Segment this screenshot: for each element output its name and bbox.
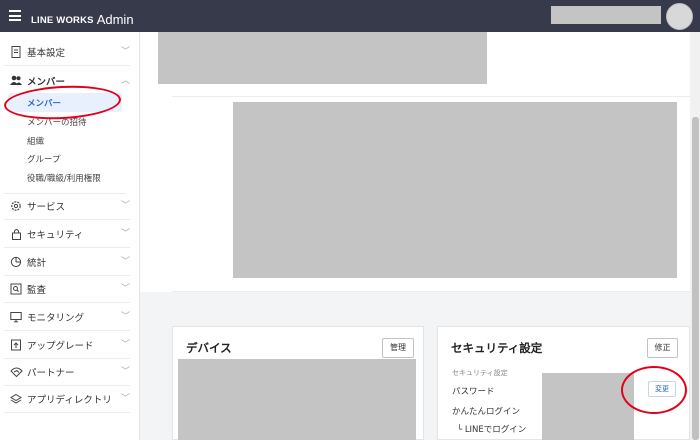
divider: [172, 96, 690, 97]
sidebar-item-label: モニタリング: [27, 313, 85, 324]
sidebar-item-security[interactable]: セキュリティ ﹀: [4, 220, 130, 248]
sidebar-item-label: パートナー: [27, 368, 75, 379]
redacted-image-area: [178, 359, 416, 440]
gear-icon: [10, 200, 22, 212]
redacted-image-area: [158, 32, 487, 84]
card-title: デバイス: [186, 341, 232, 355]
monitor-icon: [10, 311, 22, 323]
chevron-down-icon: ﹀: [120, 47, 130, 57]
magnifier-icon: [10, 283, 22, 295]
sidebar-item-audit[interactable]: 監査 ﹀: [4, 275, 130, 303]
sidebar-item-label: アップグレード: [27, 341, 94, 352]
sidebar-item-services[interactable]: サービス ﹀: [4, 192, 130, 220]
easy-login-label: かんたんログイン: [452, 407, 521, 417]
manage-button[interactable]: 管理: [382, 338, 414, 358]
lock-icon: [10, 228, 22, 240]
sidebar-item-label: アプリディレクトリ: [27, 395, 112, 406]
chevron-down-icon: ﹀: [120, 340, 130, 350]
sidebar-item-label: 監査: [27, 285, 47, 296]
annotation-circle: [621, 366, 687, 414]
chevron-down-icon: ﹀: [120, 284, 130, 294]
avatar[interactable]: [666, 3, 693, 30]
brand-name: LINE WORKS: [31, 15, 94, 26]
sidebar-item-label: 基本設定: [27, 48, 66, 59]
chevron-down-icon: ﹀: [120, 312, 130, 322]
users-icon: [10, 75, 22, 87]
chevron-down-icon: ﹀: [120, 257, 130, 267]
redacted-image-area: [542, 373, 634, 440]
sidebar-item-partner[interactable]: パートナー ﹀: [4, 358, 130, 386]
chevron-up-icon: ︿: [120, 76, 130, 86]
pie-chart-icon: [10, 256, 22, 268]
sub-item-roles[interactable]: 役職/職級/利用権限: [27, 172, 101, 184]
sub-item-groups[interactable]: グループ: [27, 153, 61, 165]
device-card: デバイス 管理: [172, 326, 424, 440]
sidebar-item-statistics[interactable]: 統計 ﹀: [4, 248, 130, 276]
sidebar-item-label: 統計: [27, 258, 47, 269]
edit-button[interactable]: 修正: [647, 338, 678, 358]
chevron-down-icon: ﹀: [120, 229, 130, 239]
user-name-redacted[interactable]: [551, 6, 661, 24]
card-title: セキュリティ設定: [451, 341, 543, 355]
top-bar: LINE WORKS Admin: [0, 0, 700, 32]
layers-icon: [10, 393, 22, 405]
sidebar-item-label: サービス: [27, 202, 66, 213]
chevron-down-icon: ﹀: [120, 394, 130, 404]
chevron-down-icon: ﹀: [120, 367, 130, 377]
line-login-label: └ LINEでログイン: [457, 425, 527, 435]
sidebar-item-app-directory[interactable]: アプリディレクトリ ﹀: [4, 385, 130, 413]
redacted-image-area: [233, 102, 677, 278]
security-caption: セキュリティ設定: [452, 369, 508, 377]
chevron-down-icon: ﹀: [120, 201, 130, 211]
handshake-icon: [10, 366, 23, 378]
hamburger-menu-icon[interactable]: [9, 10, 21, 21]
sidebar-item-basic-settings[interactable]: 基本設定 ﹀: [4, 38, 130, 66]
upgrade-icon: [10, 339, 22, 351]
sub-item-organization[interactable]: 組織: [27, 135, 44, 147]
product-name: Admin: [96, 12, 134, 27]
app-logo[interactable]: LINE WORKS Admin: [31, 8, 134, 27]
sidebar-item-upgrade[interactable]: アップグレード ﹀: [4, 331, 130, 359]
divider: [172, 291, 690, 292]
sidebar-item-monitoring[interactable]: モニタリング ﹀: [4, 303, 130, 331]
sidebar-item-label: セキュリティ: [27, 230, 84, 241]
document-icon: [10, 46, 22, 58]
password-label: パスワード: [452, 387, 495, 397]
scrollbar-thumb[interactable]: [692, 117, 699, 440]
